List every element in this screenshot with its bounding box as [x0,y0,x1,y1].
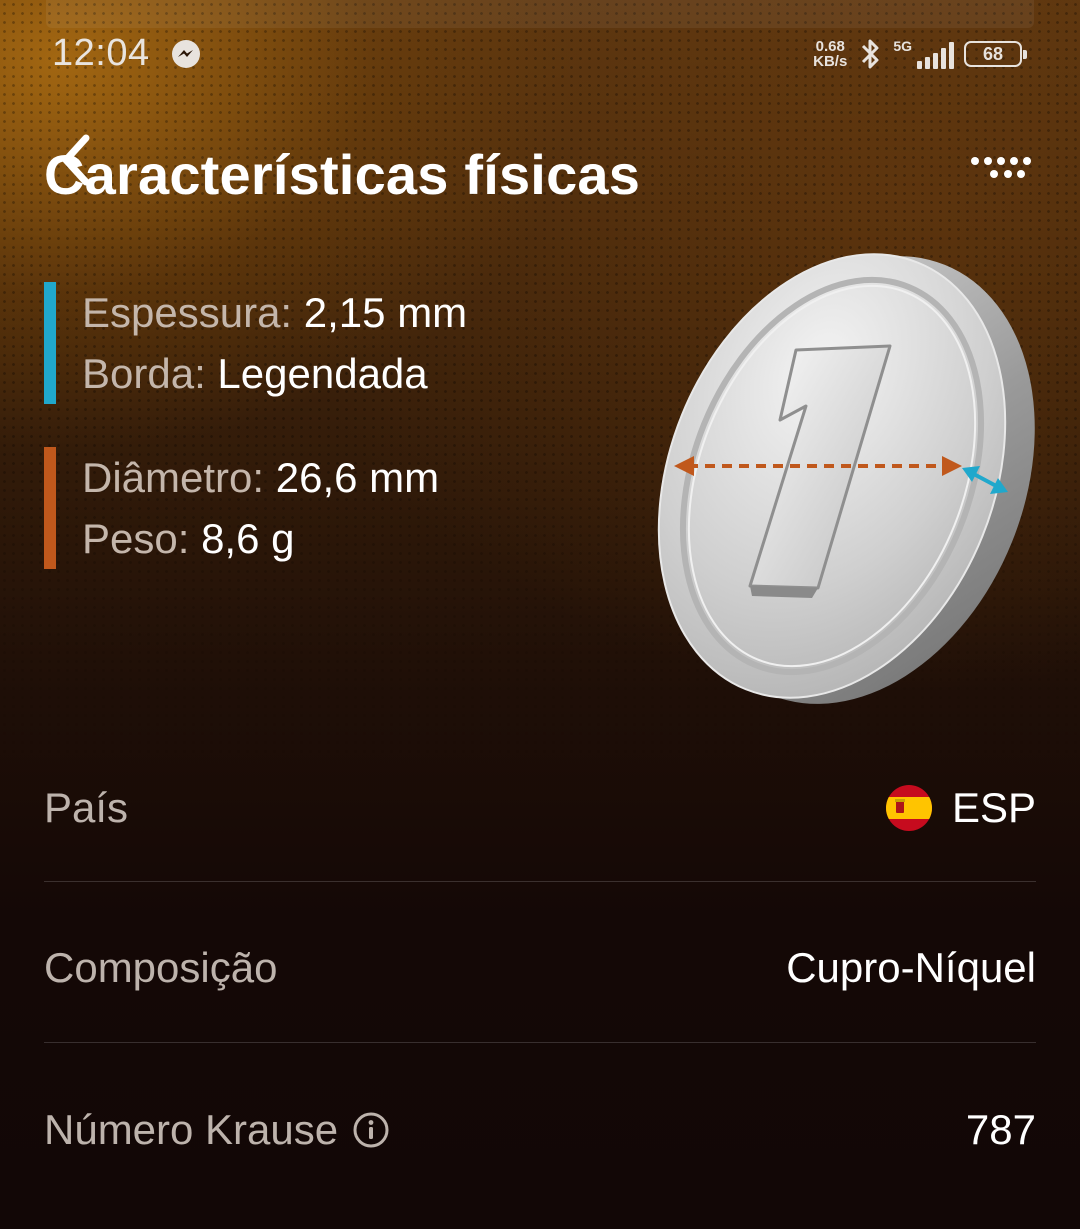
status-time: 12:04 [52,32,150,74]
country-value-group: ESP [885,784,1036,832]
composition-value: Cupro-Níquel [786,944,1036,991]
country-value: ESP [951,784,1036,831]
spec-thickness: Espessura: 2,15 mm [82,282,467,343]
spec-group-diameter-weight: Diâmetro: 26,6 mm Peso: 8,6 g [44,447,439,569]
spec-diameter: Diâmetro: 26,6 mm [82,447,439,508]
spec-weight: Peso: 8,6 g [82,508,439,569]
spec-edge: Borda: Legendada [82,343,467,404]
detail-row-composition: Composição Cupro-Níquel [44,888,1036,1048]
krause-value: 787 [965,1106,1036,1153]
network-speed: 0.68 KB/s [813,39,847,69]
weight-value: 8,6 g [201,515,295,562]
diameter-value: 26,6 mm [275,454,440,501]
krause-label: Número Krause [44,1106,339,1153]
composition-label: Composição [44,944,278,991]
status-bar-overlay [46,0,1034,28]
battery-level: 68 [982,43,1004,64]
detail-row-country: País ESP [44,728,1036,888]
diameter-label: Diâmetro: [82,454,265,501]
info-icon[interactable] [352,1111,390,1149]
thickness-value: 2,15 mm [303,289,468,336]
battery-icon: 68 [964,41,1027,67]
spec-accent-bar-blue [44,282,56,404]
page-title: Características físicas [44,143,641,206]
spec-accent-bar-orange [44,447,56,569]
krause-label-group: Número Krause [44,1106,390,1154]
detail-row-krause: Número Krause 787 [44,1050,1036,1210]
more-dots-icon[interactable] [970,154,1032,184]
coin-illustration [657,253,1035,704]
weight-label: Peso: [82,515,190,562]
edge-label: Borda: [82,350,206,397]
network-type: 5G [893,38,912,54]
network-speed-value: 0.68 [815,38,845,55]
signal-icon: 5G [893,39,954,69]
edge-value: Legendada [217,350,428,397]
messenger-icon [172,40,200,68]
spec-group-thickness-edge: Espessura: 2,15 mm Borda: Legendada [44,282,467,404]
spain-flag-icon [885,785,932,831]
row-divider [44,1042,1036,1043]
status-right-group: 0.68 KB/s 5G 68 [813,34,1027,74]
row-divider [44,881,1036,882]
thickness-label: Espessura: [82,289,293,336]
network-speed-unit: KB/s [813,53,848,70]
bluetooth-icon [862,39,879,69]
country-label: País [44,784,129,831]
